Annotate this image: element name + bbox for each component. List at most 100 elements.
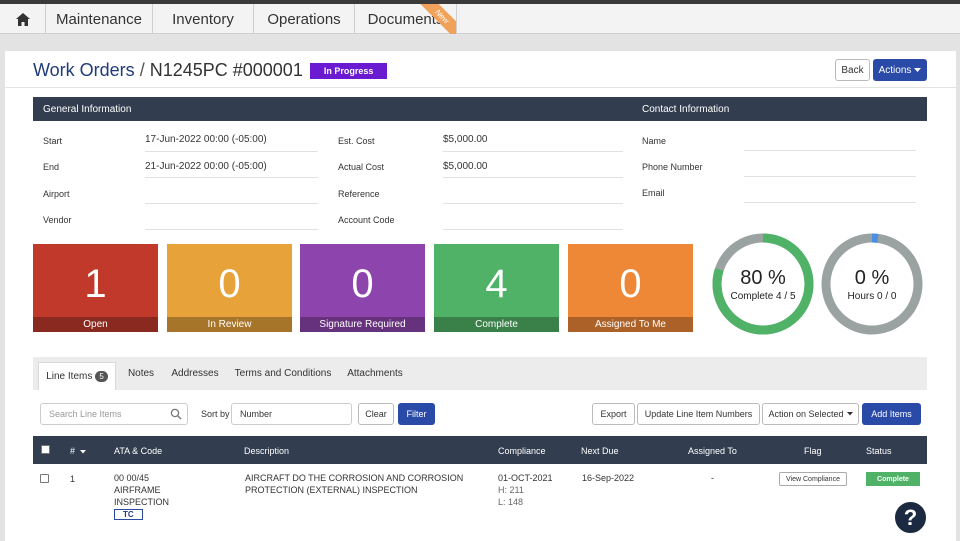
header-ata-code: ATA & Code: [114, 446, 163, 456]
header-description: Description: [244, 446, 290, 456]
export-button[interactable]: Export: [592, 403, 635, 425]
nav-home[interactable]: [0, 4, 46, 34]
actions-button[interactable]: Actions: [873, 59, 927, 81]
nav-inventory-label: Inventory: [172, 10, 234, 28]
tc-badge: TC: [114, 509, 143, 520]
end-value: 21-Jun-2022 00:00 (-05:00): [145, 161, 267, 172]
vendor-label: Vendor: [43, 215, 72, 225]
search-placeholder: Search Line Items: [49, 409, 122, 419]
caret-down-icon: [914, 67, 922, 72]
field-underline: [443, 151, 623, 152]
tile-open[interactable]: 1 Open: [33, 244, 158, 332]
est-cost-value: $5,000.00: [443, 134, 488, 145]
sort-by-input[interactable]: Number: [231, 403, 352, 425]
row-next-due: 16-Sep-2022: [582, 473, 635, 483]
clear-button[interactable]: Clear: [358, 403, 394, 425]
row-compliance-hours: H: 211: [498, 485, 524, 495]
hours-count: Hours 0 / 0: [847, 291, 897, 302]
sort-desc-icon: [79, 450, 86, 454]
tab-addresses[interactable]: Addresses: [168, 357, 222, 390]
actual-cost-value: $5,000.00: [443, 161, 488, 172]
actions-label: Actions: [878, 64, 912, 76]
field-underline: [145, 151, 318, 152]
row-compliance-landings: L: 148: [498, 497, 524, 507]
search-input[interactable]: Search Line Items: [40, 403, 188, 425]
complete-progress-ring: 80 % Complete 4 / 5: [711, 232, 815, 336]
row-ata-name-1: AIRFRAME: [114, 485, 161, 495]
nav-inventory[interactable]: Inventory: [153, 4, 254, 34]
row-assigned-to: -: [711, 473, 714, 483]
tab-line-items-label: Line Items: [46, 371, 93, 382]
tile-assigned-count: 0: [619, 262, 642, 306]
reference-label: Reference: [338, 189, 380, 199]
tile-assigned-to-me[interactable]: 0 Assigned To Me: [568, 244, 693, 332]
tile-in-review-count: 0: [218, 262, 241, 306]
tile-open-count: 1: [84, 262, 107, 306]
field-underline: [443, 203, 623, 204]
tile-open-label: Open: [33, 317, 158, 332]
tile-complete[interactable]: 4 Complete: [434, 244, 559, 332]
contact-email-label: Email: [642, 188, 665, 198]
row-number: 1: [70, 474, 76, 484]
actual-cost-label: Actual Cost: [338, 162, 385, 172]
breadcrumb-work-orders[interactable]: Work Orders: [33, 60, 135, 81]
breadcrumb-separator: /: [139, 60, 145, 80]
add-items-button[interactable]: Add Items: [862, 403, 921, 425]
tab-attachments[interactable]: Attachments: [343, 357, 407, 390]
tab-terms-and-conditions[interactable]: Terms and Conditions: [231, 357, 335, 390]
tile-complete-label: Complete: [434, 317, 559, 332]
tile-signature-required[interactable]: 0 Signature Required: [300, 244, 425, 332]
field-underline: [145, 203, 318, 204]
nav-maintenance[interactable]: Maintenance: [46, 4, 153, 34]
contact-info-title: Contact Information: [642, 104, 730, 115]
airport-label: Airport: [43, 189, 70, 199]
field-underline: [145, 229, 318, 230]
complete-count: Complete 4 / 5: [730, 291, 796, 302]
header-compliance: Compliance: [498, 446, 546, 456]
status-badge: In Progress: [309, 62, 388, 79]
search-icon: [170, 408, 182, 420]
tile-complete-count: 4: [485, 262, 508, 306]
row-status-badge: Complete: [866, 472, 920, 486]
view-compliance-button[interactable]: View Compliance: [779, 472, 847, 486]
field-underline: [443, 177, 623, 178]
nav-documents[interactable]: Documents New: [355, 4, 457, 34]
tab-line-items[interactable]: Line Items 5: [38, 362, 116, 390]
filter-button[interactable]: Filter: [398, 403, 435, 425]
sort-by-label: Sort by: [201, 409, 230, 419]
divider: [5, 87, 956, 88]
back-button[interactable]: Back: [835, 59, 870, 81]
action-on-selected-button[interactable]: Action on Selected: [762, 403, 859, 425]
tab-notes[interactable]: Notes: [121, 357, 161, 390]
row-checkbox[interactable]: [40, 474, 49, 483]
select-all-checkbox[interactable]: [41, 445, 50, 454]
contact-phone-label: Phone Number: [642, 162, 703, 172]
help-button[interactable]: ?: [893, 500, 928, 535]
tabs-bar: Line Items 5 Notes Addresses Terms and C…: [33, 357, 927, 390]
row-description-2: PROTECTION (EXTERNAL) INSPECTION: [245, 485, 418, 495]
start-label: Start: [43, 136, 63, 146]
header-status: Status: [866, 446, 892, 456]
hours-percent: 0 %: [854, 267, 890, 289]
action-on-selected-label: Action on Selected: [768, 409, 844, 419]
work-order-number: N1245PC #000001: [149, 60, 303, 80]
nav-operations[interactable]: Operations: [254, 4, 355, 34]
row-ata-name-2: INSPECTION: [114, 497, 170, 507]
field-underline: [744, 176, 916, 177]
account-code-label: Account Code: [338, 215, 395, 225]
row-compliance-date: 01-OCT-2021: [498, 473, 553, 483]
update-line-item-numbers-button[interactable]: Update Line Item Numbers: [637, 403, 760, 425]
tile-signature-count: 0: [351, 262, 374, 306]
header-number[interactable]: #: [70, 446, 86, 456]
row-description-1: AIRCRAFT DO THE CORROSION AND CORROSION: [245, 473, 464, 483]
tile-in-review[interactable]: 0 In Review: [167, 244, 292, 332]
row-ata-code: 00 00/45: [114, 473, 150, 483]
field-underline: [145, 177, 318, 178]
home-icon: [15, 12, 30, 26]
est-cost-label: Est. Cost: [338, 136, 375, 146]
page-title: Work Orders / N1245PC #000001 In Progres…: [33, 60, 388, 81]
general-info-title: General Information: [43, 104, 132, 115]
line-items-count-badge: 5: [95, 371, 108, 382]
start-value: 17-Jun-2022 00:00 (-05:00): [145, 134, 267, 145]
header-next-due: Next Due: [581, 446, 619, 456]
